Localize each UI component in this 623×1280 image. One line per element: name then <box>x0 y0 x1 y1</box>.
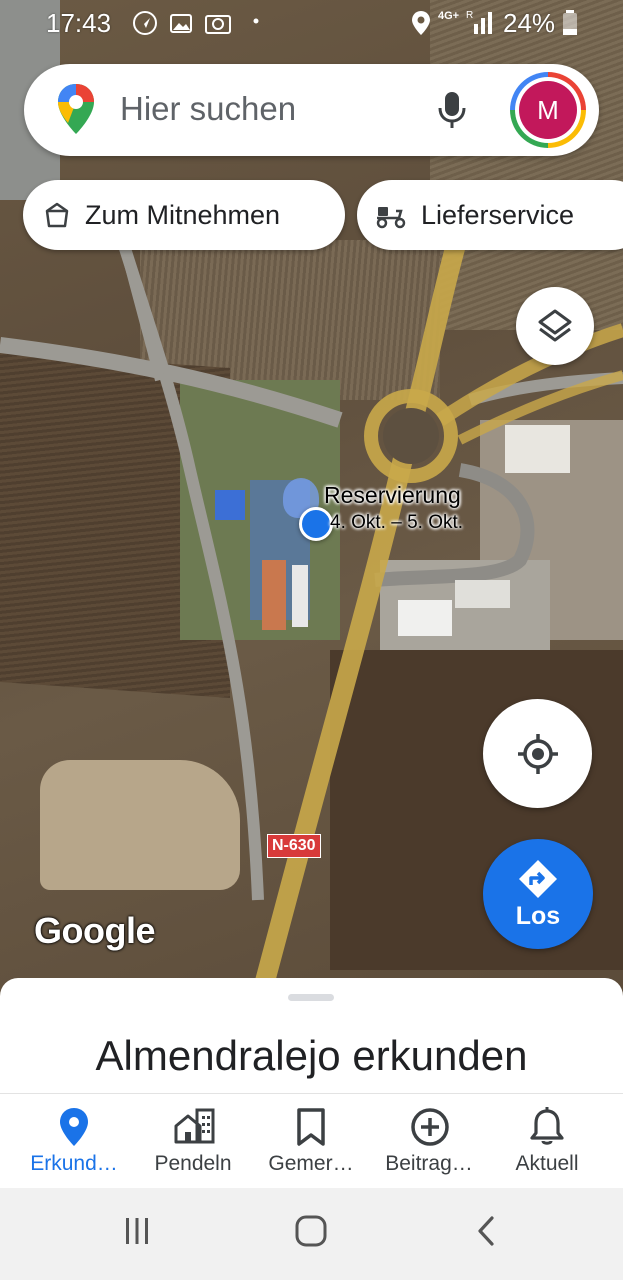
recent-apps-icon[interactable] <box>120 1214 154 1248</box>
my-location-button[interactable] <box>483 699 592 808</box>
navigation-arrow-icon <box>133 11 157 35</box>
nav-explore[interactable]: Erkund… <box>12 1094 136 1189</box>
back-icon[interactable] <box>470 1214 504 1248</box>
battery-percent: 24% <box>503 8 556 38</box>
nav-contribute[interactable]: Beitrag… <box>367 1094 491 1189</box>
scooter-icon <box>376 207 406 229</box>
notification-dot-icon <box>253 18 259 24</box>
avatar-ring: M <box>515 77 581 143</box>
reservation-dates: 4. Okt. – 5. Okt. <box>330 512 464 533</box>
nav-commute[interactable]: Pendeln <box>131 1094 255 1189</box>
roaming-indicator: R <box>466 10 473 21</box>
location-icon <box>412 11 430 35</box>
network-type-label: 4G+ <box>438 10 460 22</box>
nav-contribute-label: Beitrag… <box>385 1152 473 1175</box>
directions-label: Los <box>515 901 561 930</box>
road-sign: N-630 <box>267 834 321 858</box>
account-avatar[interactable]: M <box>510 72 586 148</box>
nav-saved-label: Gemer… <box>268 1152 354 1175</box>
sheet-title: Almendralejo erkunden <box>95 1032 528 1079</box>
directions-button[interactable]: Los <box>483 839 593 949</box>
crosshair-icon <box>517 733 558 774</box>
bell-icon <box>530 1107 564 1145</box>
location-pin-icon <box>60 1108 88 1146</box>
google-maps-logo-icon <box>58 84 94 134</box>
avatar-initial: M <box>519 81 577 139</box>
nav-saved[interactable]: Gemer… <box>249 1094 373 1189</box>
chip-takeout-label: Zum Mitnehmen <box>85 199 281 230</box>
takeout-bag-icon <box>45 202 69 228</box>
bottom-nav: Erkund… Pendeln Gemer… Beitrag… Aktuell <box>0 1093 623 1188</box>
mic-icon[interactable] <box>437 90 467 130</box>
add-circle-icon <box>411 1108 449 1146</box>
nav-updates[interactable]: Aktuell <box>485 1094 609 1189</box>
commute-icon <box>174 1108 215 1144</box>
signal-icon: R <box>466 10 492 34</box>
sheet-drag-handle[interactable] <box>288 994 334 1001</box>
bookmark-icon <box>297 1108 325 1146</box>
search-bar[interactable]: M <box>24 64 599 156</box>
status-time: 17:43 <box>46 8 112 38</box>
chip-delivery-label: Lieferservice <box>421 199 575 230</box>
network-type: 4G+ <box>438 10 459 22</box>
layers-button[interactable] <box>516 287 594 365</box>
battery-icon <box>563 10 577 35</box>
gallery-icon <box>170 14 192 33</box>
status-bar: 17:43 4G+ R 24% <box>0 0 623 48</box>
layers-icon <box>538 309 572 342</box>
nav-updates-label: Aktuell <box>515 1152 579 1175</box>
home-icon[interactable] <box>294 1214 328 1248</box>
camera-icon <box>205 15 231 34</box>
directions-icon <box>519 859 557 898</box>
chip-takeout[interactable]: Zum Mitnehmen <box>23 180 345 250</box>
nav-commute-label: Pendeln <box>154 1152 232 1175</box>
nav-explore-label: Erkund… <box>30 1152 118 1175</box>
system-navigation-bar <box>0 1188 623 1280</box>
search-input[interactable] <box>120 90 430 128</box>
google-logo: Google <box>34 910 156 951</box>
explore-bottom-sheet[interactable]: Almendralejo erkunden <box>0 978 623 1094</box>
chip-delivery[interactable]: Lieferservice <box>357 180 623 250</box>
reservation-label[interactable]: Reservierung 4. Okt. – 5. Okt. <box>324 481 463 537</box>
reservation-title: Reservierung <box>324 482 461 508</box>
